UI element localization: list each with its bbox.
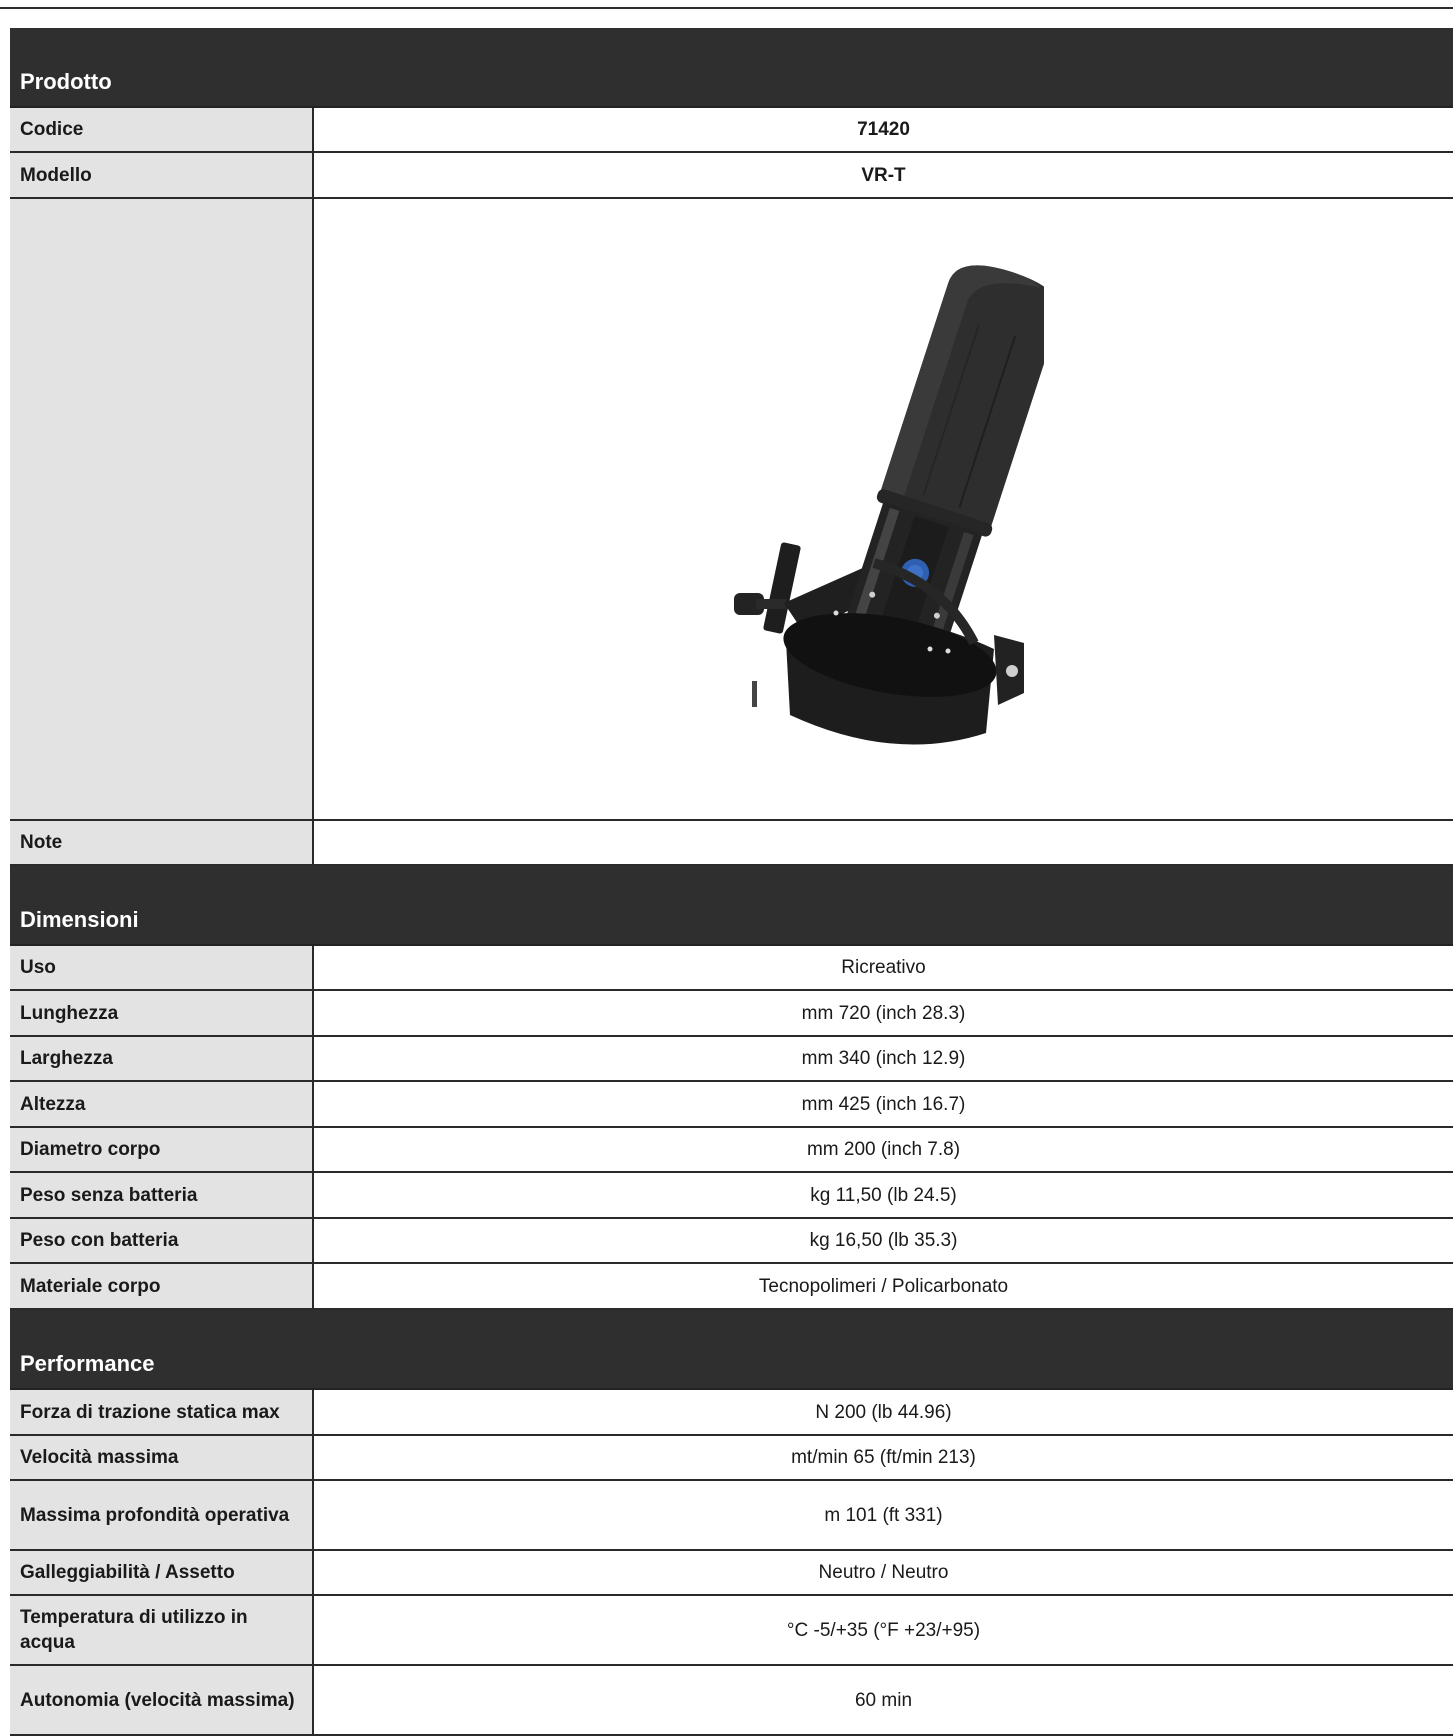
spec-value: N 200 (lb 44.96): [815, 1401, 952, 1423]
product-image-cell: [314, 199, 1453, 819]
section-header-dimensioni: Dimensioni: [10, 866, 1453, 946]
spec-label: Altezza: [10, 1082, 314, 1126]
spec-label: Massima profondità operativa: [10, 1481, 314, 1549]
spec-value: m 101 (ft 331): [824, 1504, 943, 1526]
spec-label: Forza di trazione statica max: [10, 1390, 314, 1434]
spec-label-empty: [10, 199, 314, 819]
spec-row-codice: Codice 71420: [10, 108, 1453, 153]
spec-label: Velocità massima: [10, 1436, 314, 1479]
spec-label: Uso: [10, 946, 314, 989]
spec-value: kg 11,50 (lb 24.5): [810, 1184, 957, 1206]
spec-row: Forza di trazione statica max N 200 (lb …: [10, 1390, 1453, 1436]
top-rule: [0, 7, 1453, 9]
spec-row-modello: Modello VR-T: [10, 153, 1453, 199]
spec-row: Velocità massima mt/min 65 (ft/min 213): [10, 1436, 1453, 1481]
underwater-scooter-image: [733, 265, 1044, 745]
spec-label: Diametro corpo: [10, 1128, 314, 1171]
spec-row-note: Note: [10, 821, 1453, 866]
section-title: Performance: [20, 1351, 155, 1376]
spec-value: Tecnopolimeri / Policarbonato: [758, 1275, 1009, 1297]
section-header-prodotto: Prodotto: [10, 28, 1453, 108]
spec-row: Lunghezza mm 720 (inch 28.3): [10, 991, 1453, 1037]
spec-row: Galleggiabilità / Assetto Neutro / Neutr…: [10, 1551, 1453, 1596]
spec-label: Codice: [10, 108, 314, 151]
spec-row: Temperatura di utilizzo in acqua °C -5/+…: [10, 1596, 1453, 1666]
spec-row: Massima profondità operativa m 101 (ft 3…: [10, 1481, 1453, 1551]
spec-value: mm 340 (inch 12.9): [801, 1048, 966, 1069]
spec-label: Autonomia (velocità massima): [10, 1666, 314, 1734]
spec-value: mm 200 (inch 7.8): [806, 1139, 961, 1160]
spec-row: Peso senza batteria kg 11,50 (lb 24.5): [10, 1173, 1453, 1219]
spec-value: mm 720 (inch 28.3): [801, 1002, 966, 1024]
spec-value: °C -5/+35 (°F +23/+95): [786, 1619, 981, 1641]
spec-row: Uso Ricreativo: [10, 946, 1453, 991]
spec-value: VR-T: [861, 164, 906, 186]
spec-label: Lunghezza: [10, 991, 314, 1035]
spec-row: Autonomia (velocità massima) 60 min: [10, 1666, 1453, 1736]
spec-value: [314, 821, 1453, 864]
spec-value: kg 16,50 (lb 35.3): [809, 1230, 958, 1251]
spec-row: Peso con batteria kg 16,50 (lb 35.3): [10, 1219, 1453, 1264]
spec-value: Neutro / Neutro: [818, 1562, 949, 1583]
spec-label: Galleggiabilità / Assetto: [10, 1551, 314, 1594]
spec-label: Larghezza: [10, 1037, 314, 1080]
spec-row: Larghezza mm 340 (inch 12.9): [10, 1037, 1453, 1082]
spec-label: Peso con batteria: [10, 1219, 314, 1262]
spec-value: 71420: [857, 119, 910, 140]
spec-label: Modello: [10, 153, 314, 197]
section-title: Prodotto: [20, 69, 112, 94]
spec-label: Peso senza batteria: [10, 1173, 314, 1217]
spec-value: 60 min: [854, 1689, 913, 1711]
spec-sheet: Prodotto Codice 71420 Modello VR-T Note …: [10, 28, 1453, 1736]
spec-label: Materiale corpo: [10, 1264, 314, 1308]
spec-value: Ricreativo: [841, 957, 926, 978]
section-header-performance: Performance: [10, 1310, 1453, 1390]
spec-value: mt/min 65 (ft/min 213): [791, 1447, 976, 1468]
spec-row: Materiale corpo Tecnopolimeri / Policarb…: [10, 1264, 1453, 1310]
section-title: Dimensioni: [20, 907, 139, 932]
spec-row: Diametro corpo mm 200 (inch 7.8): [10, 1128, 1453, 1173]
spec-label: Temperatura di utilizzo in acqua: [10, 1596, 314, 1664]
spec-row: Altezza mm 425 (inch 16.7): [10, 1082, 1453, 1128]
spec-label: Note: [10, 821, 314, 864]
spec-row-image: [10, 199, 1453, 821]
spec-value: mm 425 (inch 16.7): [801, 1093, 966, 1115]
